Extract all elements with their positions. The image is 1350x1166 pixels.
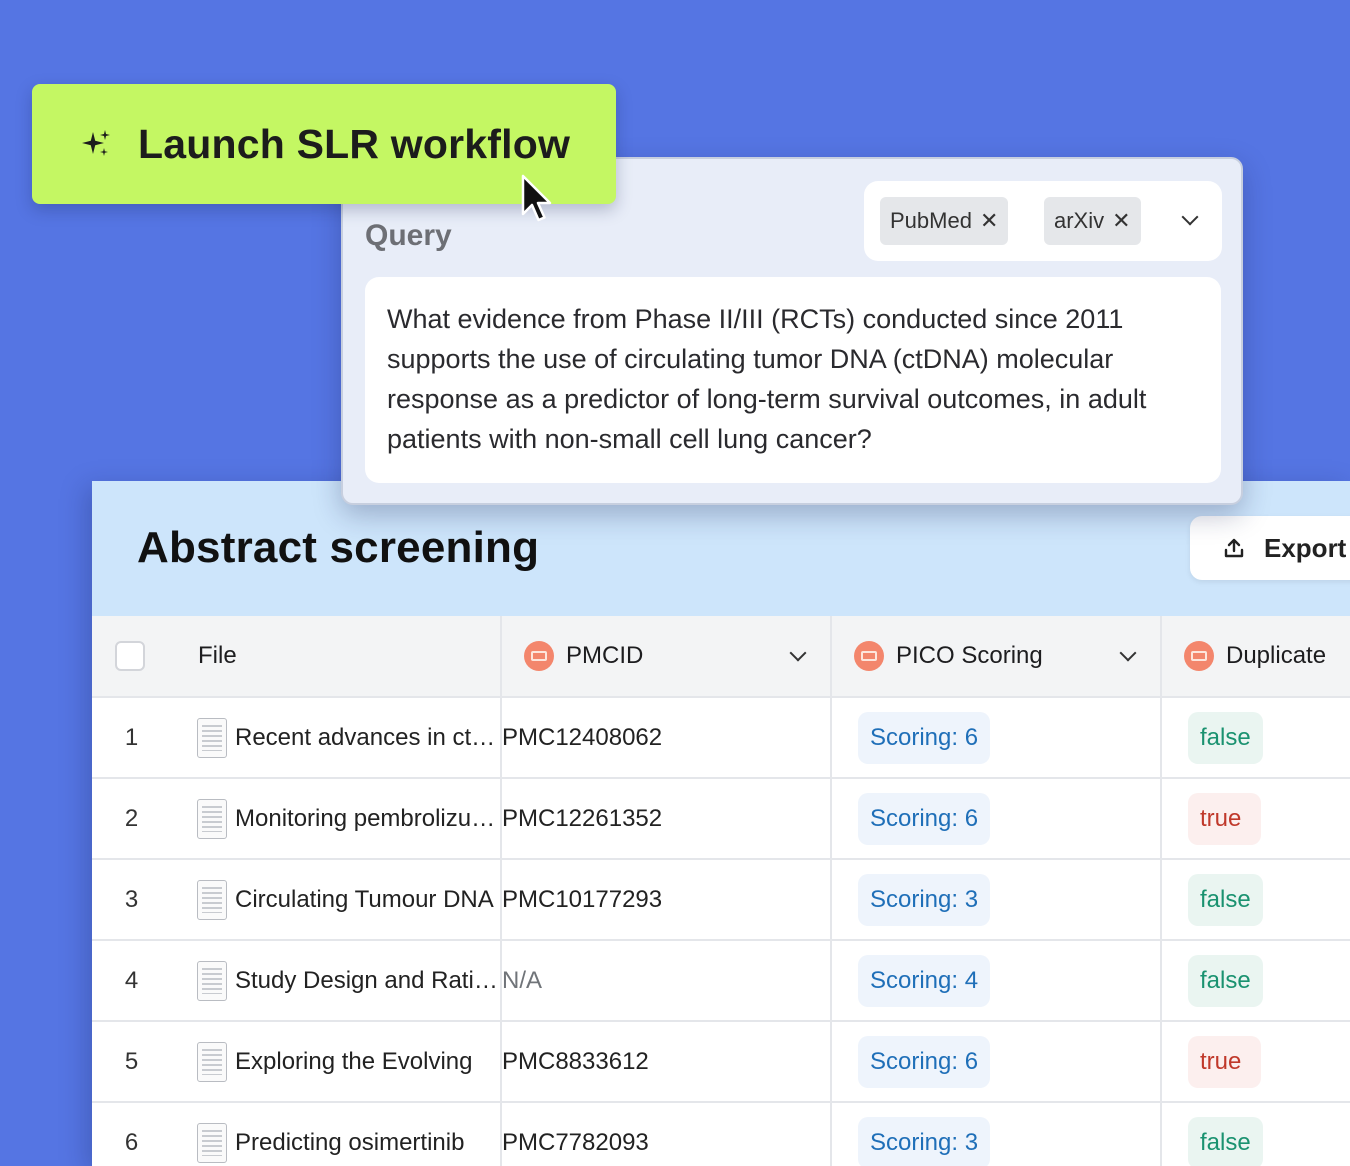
document-icon (197, 798, 227, 839)
query-label: Query (365, 219, 452, 252)
pico-cell: Scoring: 6 (831, 778, 1162, 860)
screening-table: File PMCID PICO Scoring Duplicate 1 Rece… (92, 616, 1350, 1166)
duplicate-cell: false (1161, 859, 1350, 941)
pmcid-cell: N/A (501, 940, 832, 1022)
column-label-pmcid: PMCID (566, 642, 644, 669)
pmcid-cell: PMC12261352 (501, 778, 832, 860)
file-name[interactable]: Monitoring pembrolizumab (235, 805, 500, 833)
row-number: 2 (92, 778, 171, 860)
pmcid-cell: PMC8833612 (501, 1021, 832, 1103)
document-icon (197, 960, 227, 1001)
duplicate-badge: false (1188, 1116, 1263, 1166)
file-name[interactable]: Study Design and Rationale (235, 967, 500, 995)
document-icon (197, 1122, 227, 1163)
source-chip-label: arXiv (1054, 208, 1105, 233)
column-type-icon (1184, 641, 1214, 671)
export-button[interactable]: Export (1190, 516, 1350, 580)
duplicate-badge: true (1188, 792, 1262, 845)
pmcid-cell: PMC7782093 (501, 1102, 832, 1166)
duplicate-cell: false (1161, 1102, 1350, 1166)
score-badge: Scoring: 3 (858, 1116, 991, 1166)
column-type-icon (524, 641, 554, 671)
source-selector[interactable]: PubMed ✕ arXiv ✕ (864, 181, 1222, 261)
file-cell[interactable]: Predicting osimertinib (171, 1102, 502, 1166)
file-cell[interactable]: Recent advances in ctDNA (171, 697, 502, 779)
pmcid-cell: PMC10177293 (501, 859, 832, 941)
table-row[interactable]: 2 Monitoring pembrolizumab PMC12261352 S… (92, 778, 1350, 860)
pico-cell: Scoring: 3 (831, 859, 1162, 941)
chevron-down-icon[interactable] (1119, 644, 1137, 662)
query-input[interactable]: What evidence from Phase II/III (RCTs) c… (365, 277, 1221, 483)
file-cell[interactable]: Monitoring pembrolizumab (171, 778, 502, 860)
select-all-checkbox[interactable] (115, 641, 145, 671)
score-badge: Scoring: 6 (858, 711, 991, 764)
source-chip-label: PubMed (890, 208, 972, 233)
pico-cell: Scoring: 4 (831, 940, 1162, 1022)
duplicate-cell: true (1161, 1021, 1350, 1103)
upload-icon (1224, 538, 1244, 558)
duplicate-cell: false (1161, 697, 1350, 779)
column-header-duplicate[interactable]: Duplicate (1161, 616, 1350, 698)
file-cell[interactable]: Study Design and Rationale (171, 940, 502, 1022)
document-icon (197, 717, 227, 758)
score-badge: Scoring: 6 (858, 1035, 991, 1088)
file-cell[interactable]: Exploring the Evolving (171, 1021, 502, 1103)
duplicate-cell: true (1161, 778, 1350, 860)
mouse-cursor-icon (521, 174, 552, 222)
row-number: 1 (92, 697, 171, 779)
file-name[interactable]: Circulating Tumour DNA (235, 886, 494, 914)
file-name[interactable]: Predicting osimertinib (235, 1129, 464, 1157)
column-header-pico[interactable]: PICO Scoring (831, 616, 1162, 698)
source-chip-pubmed[interactable]: PubMed ✕ (880, 197, 1009, 245)
file-name[interactable]: Exploring the Evolving (235, 1048, 472, 1076)
abstract-screening-panel: Abstract screening Export File PMCID PIC… (92, 481, 1350, 1166)
column-label-duplicate: Duplicate (1226, 642, 1327, 669)
pico-cell: Scoring: 6 (831, 697, 1162, 779)
chevron-down-icon[interactable] (1181, 208, 1199, 226)
column-type-icon (854, 641, 884, 671)
sparkle-icon (82, 130, 110, 156)
file-cell[interactable]: Circulating Tumour DNA (171, 859, 502, 941)
launch-label: Launch SLR workflow (138, 120, 571, 167)
pmcid-cell: PMC12408062 (501, 697, 832, 779)
table-row[interactable]: 4 Study Design and Rationale N/A Scoring… (92, 940, 1350, 1022)
chevron-down-icon[interactable] (789, 644, 807, 662)
pico-cell: Scoring: 6 (831, 1021, 1162, 1103)
file-name[interactable]: Recent advances in ctDNA (235, 724, 500, 752)
duplicate-badge: false (1188, 711, 1263, 764)
page-title: Abstract screening (137, 523, 540, 572)
row-number: 3 (92, 859, 171, 941)
table-header-row: File PMCID PICO Scoring Duplicate (92, 616, 1350, 698)
row-number: 5 (92, 1021, 171, 1103)
close-icon[interactable]: ✕ (980, 208, 998, 234)
column-label-file: File (198, 642, 237, 669)
duplicate-badge: true (1188, 1035, 1262, 1088)
score-badge: Scoring: 6 (858, 792, 991, 845)
duplicate-badge: false (1188, 954, 1263, 1007)
row-number: 4 (92, 940, 171, 1022)
source-chip-arxiv[interactable]: arXiv ✕ (1044, 197, 1141, 245)
score-badge: Scoring: 4 (858, 954, 991, 1007)
column-label-pico: PICO Scoring (896, 642, 1043, 669)
table-row[interactable]: 1 Recent advances in ctDNA PMC12408062 S… (92, 697, 1350, 779)
table-row[interactable]: 5 Exploring the Evolving PMC8833612 Scor… (92, 1021, 1350, 1103)
document-icon (197, 1041, 227, 1082)
query-card: Query PubMed ✕ arXiv ✕ What evidence fro… (341, 157, 1243, 505)
table-row[interactable]: 6 Predicting osimertinib PMC7782093 Scor… (92, 1102, 1350, 1166)
document-icon (197, 879, 227, 920)
score-badge: Scoring: 3 (858, 873, 991, 926)
duplicate-cell: false (1161, 940, 1350, 1022)
select-all-cell (92, 616, 171, 698)
export-label: Export (1264, 532, 1347, 563)
row-number: 6 (92, 1102, 171, 1166)
close-icon[interactable]: ✕ (1112, 208, 1130, 234)
column-header-file[interactable]: File (171, 616, 502, 698)
column-header-pmcid[interactable]: PMCID (501, 616, 832, 698)
table-row[interactable]: 3 Circulating Tumour DNA PMC10177293 Sco… (92, 859, 1350, 941)
duplicate-badge: false (1188, 873, 1263, 926)
pico-cell: Scoring: 3 (831, 1102, 1162, 1166)
